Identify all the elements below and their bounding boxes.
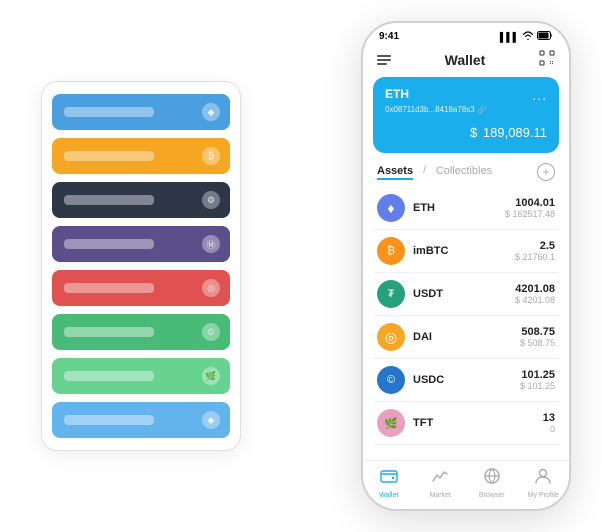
list-item[interactable]: ₿ [52,138,230,174]
asset-secondary-amount: $ 101.25 [520,381,555,391]
asset-amounts: 4201.08 $ 4201.08 [515,283,555,305]
phone-header: Wallet [363,46,569,77]
eth-card[interactable]: ETH ... 0x08711d3b...8418a78s3 🔗 $ 189,0… [373,77,559,153]
nav-label-wallet: Wallet [379,492,398,499]
tft-icon: 🌿 [377,409,405,437]
eth-amount: $ 189,089.11 [385,120,547,143]
page-title: Wallet [445,52,486,68]
list-item[interactable]: Ⓜ [52,226,230,262]
dai-icon: ◎ [377,323,405,351]
main-scene: ◆ ₿ ⚙ Ⓜ ◎ © 🌿 ◆ [11,11,591,521]
nav-item-profile[interactable]: My Profile [518,467,570,499]
nav-item-market[interactable]: Market [415,467,467,499]
card-icon: ₿ [202,147,220,165]
card-item-text [64,239,154,249]
bottom-nav: Wallet Market [363,460,569,509]
card-icon: ⚙ [202,191,220,209]
list-item[interactable]: ◆ [52,402,230,438]
asset-secondary-amount: $ 162517.48 [505,209,555,219]
asset-secondary-amount: 0 [543,424,555,434]
status-icons: ▌▌▌ [500,31,553,42]
list-item[interactable]: ⚙ [52,182,230,218]
list-item[interactable]: ◆ [52,94,230,130]
asset-amounts: 1004.01 $ 162517.48 [505,197,555,219]
card-item-text [64,283,154,293]
asset-name: ETH [413,202,505,214]
card-stack: ◆ ₿ ⚙ Ⓜ ◎ © 🌿 ◆ [41,81,241,451]
usdt-icon: ₮ [377,280,405,308]
eth-card-menu[interactable]: ... [532,87,547,103]
asset-name: USDT [413,288,515,300]
table-row[interactable]: ₿ imBTC 2.5 $ 21760.1 [373,230,559,273]
add-asset-button[interactable]: + [537,163,555,181]
eth-address: 0x08711d3b...8418a78s3 🔗 [385,105,547,114]
card-item-text [64,151,154,161]
wallet-nav-icon [380,467,398,490]
list-item[interactable]: ◎ [52,270,230,306]
nav-label-market: Market [430,492,451,499]
card-item-text [64,195,154,205]
asset-secondary-amount: $ 4201.08 [515,295,555,305]
card-icon: ◎ [202,279,220,297]
table-row[interactable]: ₮ USDT 4201.08 $ 4201.08 [373,273,559,316]
list-item[interactable]: 🌿 [52,358,230,394]
table-row[interactable]: 🌿 TFT 13 0 [373,402,559,445]
card-item-text [64,107,154,117]
asset-amounts: 2.5 $ 21760.1 [515,240,555,262]
asset-primary-amount: 508.75 [520,326,555,338]
nav-item-wallet[interactable]: Wallet [363,467,415,499]
menu-button[interactable] [377,55,391,65]
phone-frame: 9:41 ▌▌▌ Wallet [361,21,571,511]
asset-primary-amount: 101.25 [520,369,555,381]
wifi-icon [522,31,534,42]
card-icon: Ⓜ [202,235,220,253]
card-item-text [64,415,154,425]
asset-name: imBTC [413,245,515,257]
browser-nav-icon [483,467,501,490]
nav-label-browser: Browser [479,492,505,499]
list-item[interactable]: © [52,314,230,350]
tabs-divider: / [423,165,426,180]
eth-card-label: ETH [385,87,409,101]
tab-collectibles[interactable]: Collectibles [436,165,492,180]
asset-primary-amount: 13 [543,412,555,424]
asset-list: ♦ ETH 1004.01 $ 162517.48 ₿ imBTC 2.5 $ … [363,187,569,460]
asset-name: USDC [413,374,520,386]
card-icon: ◆ [202,103,220,121]
assets-header: Assets / Collectibles + [363,163,569,187]
card-item-text [64,371,154,381]
signal-icon: ▌▌▌ [500,32,519,42]
tab-assets[interactable]: Assets [377,165,413,180]
assets-tabs: Assets / Collectibles [377,165,492,180]
asset-secondary-amount: $ 508.75 [520,338,555,348]
usdc-icon: © [377,366,405,394]
nav-item-browser[interactable]: Browser [466,467,518,499]
imbtc-icon: ₿ [377,237,405,265]
asset-secondary-amount: $ 21760.1 [515,252,555,262]
battery-icon [537,31,553,42]
scan-button[interactable] [539,50,555,69]
card-item-text [64,327,154,337]
nav-label-profile: My Profile [528,492,559,499]
status-time: 9:41 [379,31,399,42]
table-row[interactable]: ◎ DAI 508.75 $ 508.75 [373,316,559,359]
status-bar: 9:41 ▌▌▌ [363,23,569,46]
asset-name: TFT [413,417,543,429]
asset-amounts: 508.75 $ 508.75 [520,326,555,348]
profile-nav-icon [534,467,552,490]
eth-icon: ♦ [377,194,405,222]
asset-amounts: 13 0 [543,412,555,434]
table-row[interactable]: ♦ ETH 1004.01 $ 162517.48 [373,187,559,230]
card-icon: © [202,323,220,341]
asset-amounts: 101.25 $ 101.25 [520,369,555,391]
card-icon: ◆ [202,411,220,429]
asset-primary-amount: 1004.01 [505,197,555,209]
table-row[interactable]: © USDC 101.25 $ 101.25 [373,359,559,402]
asset-primary-amount: 4201.08 [515,283,555,295]
market-nav-icon [431,467,449,490]
asset-primary-amount: 2.5 [515,240,555,252]
asset-name: DAI [413,331,520,343]
card-icon: 🌿 [202,367,220,385]
